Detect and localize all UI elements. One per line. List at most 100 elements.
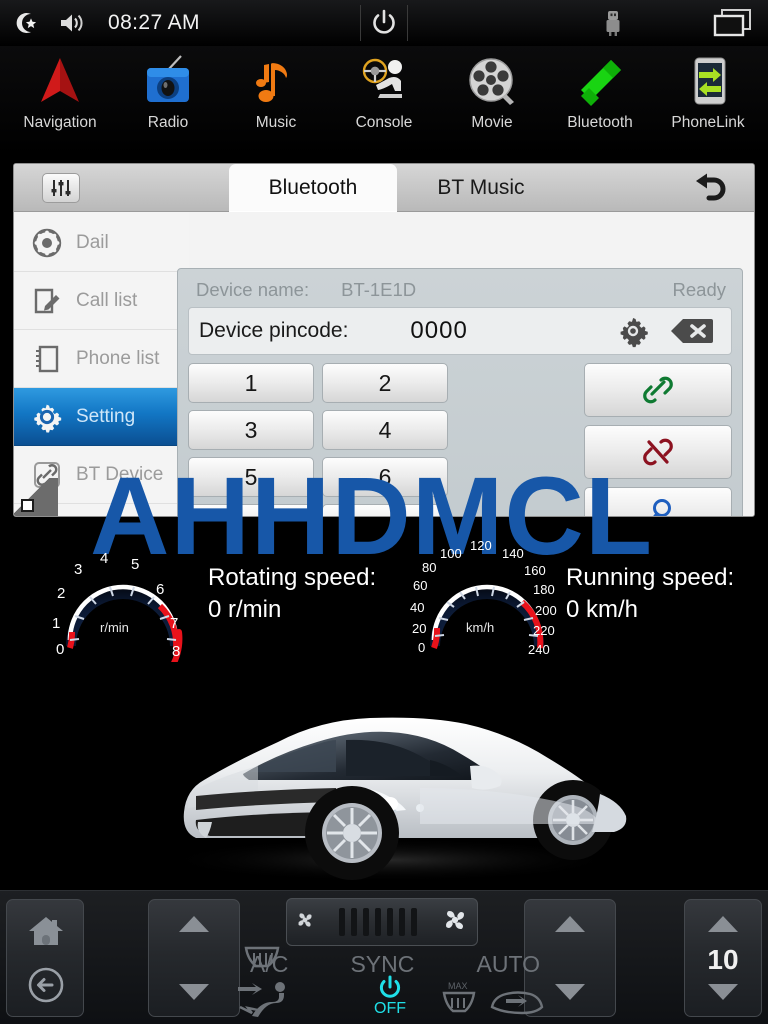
- left-temperature-stepper[interactable]: [148, 899, 240, 1017]
- pincode-row[interactable]: Device pincode: 0000: [188, 307, 732, 355]
- equalizer-icon[interactable]: [42, 172, 80, 203]
- sidebar-item-phone-list[interactable]: Phone list: [14, 330, 189, 388]
- app-music[interactable]: Music: [222, 50, 330, 132]
- sidebar-item-setting[interactable]: Setting: [14, 388, 189, 446]
- svg-text:5: 5: [131, 556, 139, 573]
- back-circle-icon[interactable]: [27, 966, 65, 1004]
- home-icon[interactable]: [27, 914, 65, 948]
- fan-speed-slider[interactable]: [286, 898, 478, 946]
- key-2[interactable]: 2: [322, 363, 448, 403]
- fan-bar: [411, 908, 417, 936]
- tachometer-value: 0 r/min: [208, 596, 282, 624]
- key-1[interactable]: 1: [188, 363, 314, 403]
- status-bar: 08:27 AM: [0, 0, 768, 46]
- key-8[interactable]: 8: [322, 504, 448, 516]
- airflow-body-icon[interactable]: [236, 979, 296, 1024]
- tab-bt-music[interactable]: BT Music: [397, 164, 565, 212]
- return-arrow-icon[interactable]: [688, 171, 732, 205]
- power-state-label: OFF: [374, 1000, 406, 1017]
- svg-text:MAX: MAX: [448, 981, 468, 991]
- down-arrow-icon[interactable]: [708, 984, 738, 1000]
- volume-stepper[interactable]: 10: [684, 899, 762, 1017]
- app-radio[interactable]: Radio: [114, 50, 222, 132]
- music-note-icon: [245, 50, 307, 112]
- app-label: Radio: [147, 114, 189, 131]
- status-badge: Ready: [672, 279, 726, 300]
- fan-bar: [351, 908, 357, 936]
- key-7[interactable]: 7: [188, 504, 314, 516]
- windows-icon[interactable]: [712, 8, 754, 38]
- gauge-panel: 0 1 2 3 4 5 6 7 8 r/min Rotating speed: …: [0, 530, 768, 670]
- svg-text:140: 140: [502, 546, 524, 561]
- unpair-disconnect-button[interactable]: [584, 425, 732, 479]
- auto-button[interactable]: AUTO: [477, 951, 540, 978]
- pair-connect-button[interactable]: [584, 363, 732, 417]
- device-name-value: BT-1E1D: [341, 279, 417, 300]
- key-6[interactable]: 6: [322, 457, 448, 497]
- sync-button[interactable]: SYNC: [350, 951, 414, 978]
- pincode-label: Device pincode:: [199, 319, 349, 342]
- app-navigation[interactable]: Navigation: [6, 50, 114, 132]
- speedometer-title: Running speed:: [566, 564, 735, 591]
- up-arrow-icon[interactable]: [708, 916, 738, 932]
- tachometer-gauge: 0 1 2 3 4 5 6 7 8 r/min: [38, 536, 208, 662]
- call-list-icon: [30, 284, 64, 318]
- key-4[interactable]: 4: [322, 410, 448, 450]
- infotainment-screen: 08:27 AM Navigation Radio Music Console …: [0, 0, 768, 1024]
- app-console[interactable]: Console: [330, 50, 438, 132]
- svg-text:0: 0: [56, 641, 64, 658]
- app-label: Movie: [471, 114, 513, 131]
- app-bluetooth[interactable]: Bluetooth: [546, 50, 654, 132]
- climate-power-button[interactable]: OFF: [368, 975, 412, 1018]
- up-arrow-icon[interactable]: [555, 916, 585, 932]
- tab-bluetooth[interactable]: Bluetooth: [229, 164, 397, 212]
- keypad-area: 1 2 3 4 5 6 7 8 9 0: [188, 363, 732, 516]
- moon-star-icon: [14, 10, 40, 36]
- navigation-arrow-icon: [29, 50, 91, 112]
- svg-text:2: 2: [57, 585, 65, 602]
- search-devices-button[interactable]: [584, 487, 732, 516]
- gear-icon[interactable]: [615, 313, 651, 349]
- pairing-action-buttons: [584, 363, 732, 516]
- fan-level-bars: [339, 908, 417, 936]
- navigation-buttons-panel: [6, 899, 84, 1017]
- svg-text:7: 7: [170, 615, 178, 632]
- svg-text:4: 4: [100, 550, 108, 567]
- svg-text:200: 200: [535, 603, 557, 618]
- bluetooth-body: Dail Call list Phone list Setting BT Dev…: [14, 212, 754, 516]
- svg-text:220: 220: [533, 623, 555, 638]
- device-name-label: Device name:: [196, 279, 310, 300]
- sidebar-item-dail[interactable]: Dail: [14, 214, 189, 272]
- sidebar-item-call-list[interactable]: Call list: [14, 272, 189, 330]
- up-arrow-icon[interactable]: [179, 916, 209, 932]
- tab-bar: Bluetooth BT Music: [229, 164, 565, 212]
- down-arrow-icon[interactable]: [179, 984, 209, 1000]
- tachometer-readout: Rotating speed: 0 r/min: [208, 562, 376, 627]
- max-defrost-icon[interactable]: MAX: [436, 979, 484, 1024]
- backspace-icon[interactable]: [669, 316, 715, 346]
- app-movie[interactable]: Movie: [438, 50, 546, 132]
- app-label: Console: [355, 114, 413, 131]
- down-arrow-icon[interactable]: [555, 984, 585, 1000]
- rear-defrost-icon[interactable]: [240, 943, 284, 978]
- window-resize-handle[interactable]: [14, 478, 58, 516]
- svg-text:8: 8: [172, 643, 180, 660]
- key-5[interactable]: 5: [188, 457, 314, 497]
- device-info-row: Device name: BT-1E1D Ready: [188, 275, 732, 305]
- svg-text:180: 180: [533, 582, 555, 597]
- fan-bar: [363, 908, 369, 936]
- tab-label: Bluetooth: [268, 176, 358, 199]
- svg-text:0: 0: [418, 640, 425, 655]
- fan-large-icon: [441, 906, 469, 939]
- recirculation-icon[interactable]: [488, 983, 544, 1024]
- speedometer-value: 0 km/h: [566, 596, 639, 624]
- app-label: Navigation: [23, 114, 97, 131]
- fan-small-icon: [295, 910, 315, 935]
- app-phonelink[interactable]: PhoneLink: [654, 50, 762, 132]
- rotary-dial-icon: [30, 226, 64, 260]
- bluetooth-phone-icon: [569, 50, 631, 112]
- key-3[interactable]: 3: [188, 410, 314, 450]
- climate-function-icons: OFF MAX: [238, 946, 544, 1024]
- power-icon[interactable]: [360, 2, 408, 44]
- svg-text:100: 100: [440, 546, 462, 561]
